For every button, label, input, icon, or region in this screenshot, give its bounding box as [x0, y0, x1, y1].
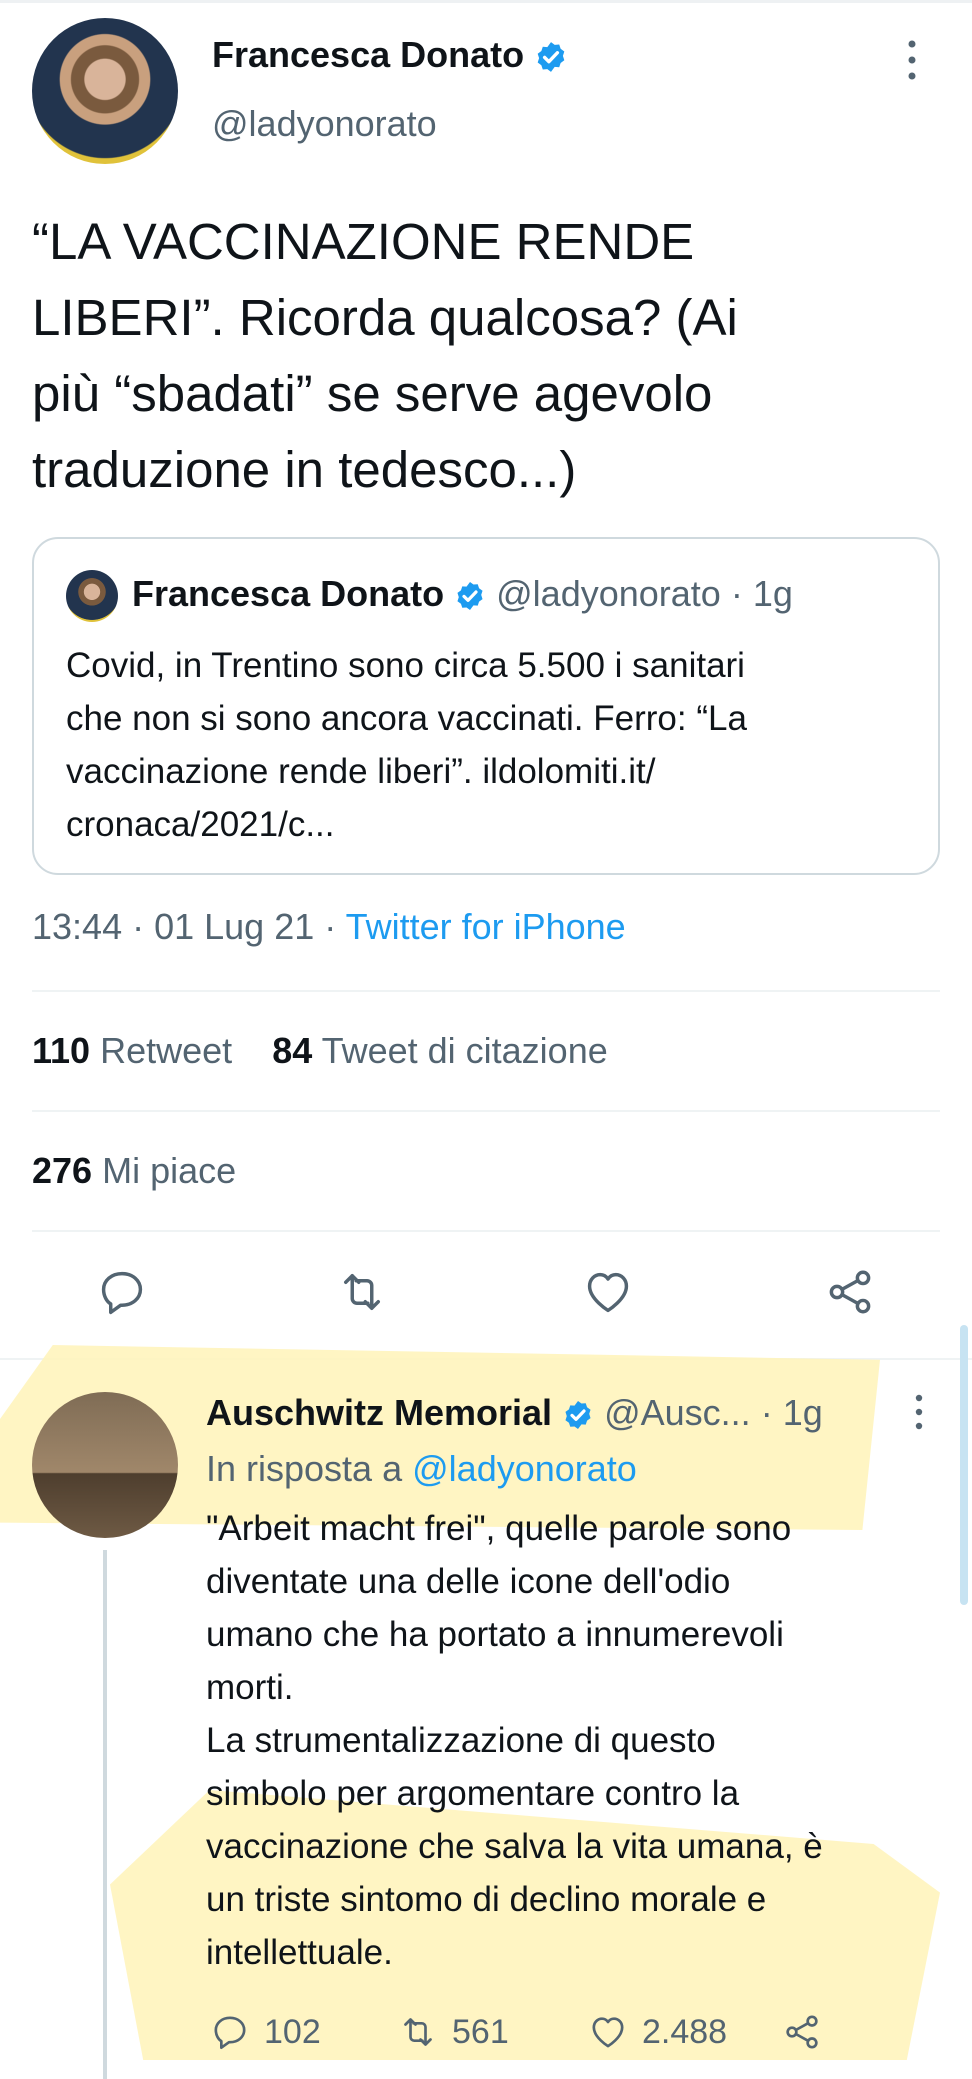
reply-retweet-action[interactable]: 561 [398, 2010, 509, 2054]
tweet-stats-row: 110 Retweet 84 Tweet di citazione [32, 1030, 608, 1072]
retweet-count: 561 [452, 2012, 509, 2051]
tweet-text: “LA VACCINAZIONE RENDE LIBERI”. Ricorda … [32, 213, 738, 498]
verified-badge-icon [537, 42, 565, 73]
quoted-author-handle: @ladyonorato [496, 573, 721, 614]
like-count: 2.488 [642, 2012, 728, 2051]
divider [32, 1230, 940, 1232]
tweet-meta: 13:44 · 01 Lug 21 · Twitter for iPhone [32, 906, 626, 948]
quoted-tweet[interactable]: Francesca Donato @ladyonorato · 1g Covid… [32, 537, 940, 875]
reply-header: Auschwitz Memorial @Ausc... · 1g [206, 1392, 823, 1434]
share-icon [786, 2015, 818, 2049]
quotes-stat[interactable]: 84 Tweet di citazione [272, 1030, 608, 1071]
retweet-icon [404, 2018, 432, 2046]
top-divider [0, 0, 972, 3]
retweets-label: Retweet [100, 1030, 233, 1071]
retweets-stat[interactable]: 110 Retweet [32, 1030, 232, 1071]
like-icon[interactable] [582, 1266, 634, 1318]
likes-count: 276 [32, 1150, 93, 1191]
divider [32, 990, 940, 992]
reply-share-action[interactable] [782, 2010, 822, 2054]
thread-line [103, 1550, 107, 2079]
quotes-count: 84 [272, 1030, 313, 1071]
author-name[interactable]: Francesca Donato [212, 34, 524, 75]
share-icon[interactable] [824, 1266, 876, 1318]
reply-icon[interactable] [96, 1266, 148, 1318]
quoted-author-avatar [66, 570, 118, 622]
author-name-row[interactable]: Francesca Donato [212, 34, 568, 76]
retweets-count: 110 [32, 1030, 91, 1071]
quoted-tweet-text: Covid, in Trentino sono circa 5.500 i sa… [66, 646, 747, 844]
reply-author-name[interactable]: Auschwitz Memorial [206, 1392, 552, 1433]
verified-badge-icon [565, 1401, 591, 1430]
scrollbar[interactable] [960, 1325, 968, 1605]
likes-stat[interactable]: 276 Mi piace [32, 1150, 236, 1192]
reply-author-avatar[interactable] [32, 1392, 178, 1538]
reply-icon [214, 2016, 246, 2049]
reply-to-line: In risposta a @ladyonorato [206, 1448, 637, 1490]
tweet-source[interactable]: Twitter for iPhone [346, 906, 626, 947]
more-icon[interactable] [900, 38, 924, 82]
reply-author-handle[interactable]: @Ausc... [604, 1392, 751, 1433]
quoted-tweet-time: · 1g [730, 573, 793, 614]
quotes-label: Tweet di citazione [321, 1030, 608, 1071]
like-icon [592, 2017, 624, 2048]
divider [32, 1110, 940, 1112]
reply-to-label: In risposta a [206, 1448, 403, 1489]
author-avatar[interactable] [32, 18, 178, 164]
reply-like-action[interactable]: 2.488 [588, 2010, 727, 2054]
reply-count: 102 [264, 2012, 321, 2051]
retweet-icon[interactable] [336, 1266, 388, 1318]
more-icon[interactable] [908, 1392, 930, 1432]
reply-time: · 1g [760, 1392, 823, 1433]
verified-badge-icon [457, 582, 483, 611]
likes-label: Mi piace [102, 1150, 237, 1191]
reply-reply-action[interactable]: 102 [210, 2010, 321, 2054]
author-handle[interactable]: @ladyonorato [212, 103, 437, 145]
tweet-timestamp: 13:44 · 01 Lug 21 · [32, 906, 346, 947]
reply-text: "Arbeit macht frei", quelle parole sono … [206, 1509, 823, 1972]
quoted-tweet-header: Francesca Donato @ladyonorato · 1g [132, 573, 793, 615]
reply-to-handle[interactable]: @ladyonorato [412, 1448, 637, 1489]
quoted-author-name: Francesca Donato [132, 573, 445, 614]
